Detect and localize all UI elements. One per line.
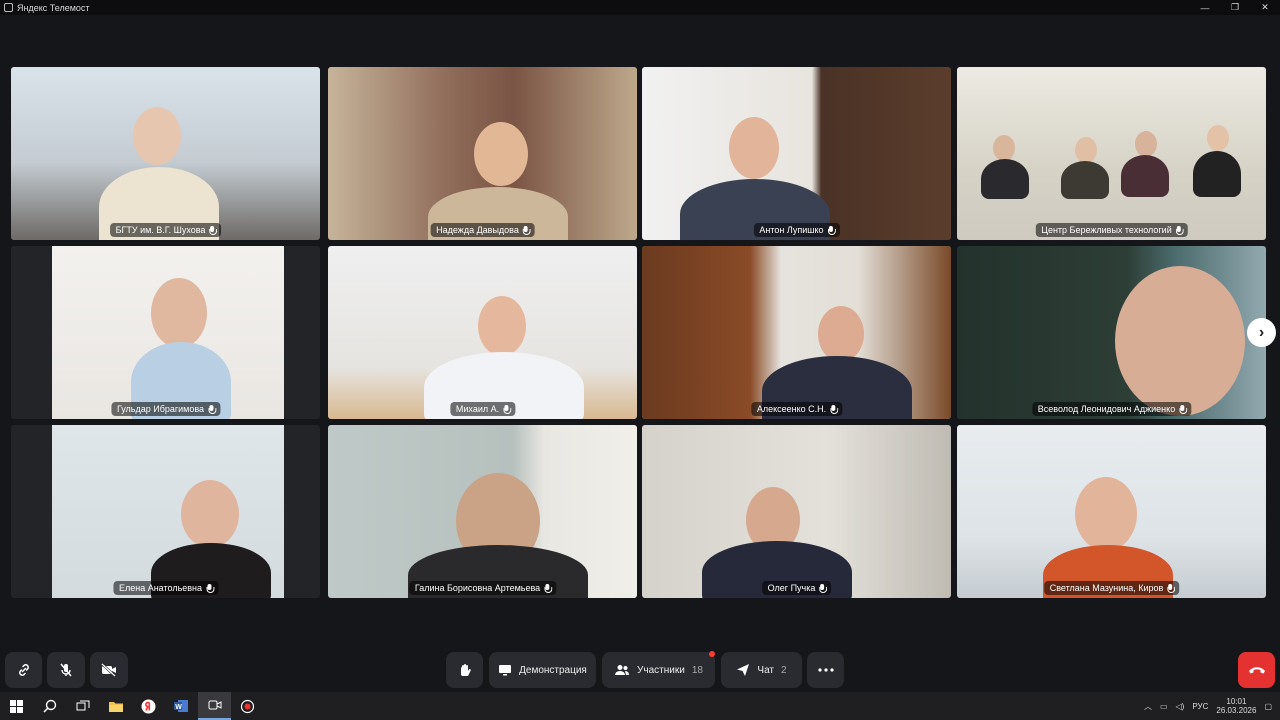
- participant-tile-active[interactable]: Алексеенко С.Н.: [642, 246, 951, 419]
- task-view-button[interactable]: [66, 692, 99, 720]
- camera-toggle-button[interactable]: [90, 652, 128, 688]
- taskbar-search-button[interactable]: [33, 692, 66, 720]
- network-icon[interactable]: ▭: [1160, 702, 1168, 711]
- mic-icon: [544, 583, 553, 593]
- taskbar-app-extra[interactable]: [231, 692, 264, 720]
- system-tray: ︿ ▭ ◁) РУС 10:01 26.03.2026 ▢: [1144, 692, 1280, 720]
- participants-button[interactable]: Участники 18: [602, 651, 715, 688]
- mic-icon: [522, 225, 531, 235]
- send-icon: [737, 664, 750, 676]
- phone-hangup-icon: [1248, 667, 1265, 674]
- mic-icon: [827, 225, 836, 235]
- mic-off-icon: [60, 663, 72, 677]
- participant-label: Антон Лупишко: [753, 223, 840, 237]
- participant-tile[interactable]: Антон Лупишко: [642, 67, 951, 240]
- notifications-icon[interactable]: ▢: [1264, 702, 1272, 711]
- link-icon: [18, 664, 29, 676]
- mic-icon: [1167, 583, 1176, 593]
- volume-icon[interactable]: ◁): [1176, 702, 1185, 711]
- mic-toggle-button[interactable]: [47, 652, 85, 688]
- clock-time: 10:01: [1226, 697, 1247, 706]
- svg-text:W: W: [175, 704, 182, 711]
- screen-share-label: Демонстрация: [519, 664, 587, 676]
- mic-icon: [209, 225, 218, 235]
- participant-label: Олег Пучка: [761, 581, 832, 595]
- video-camera-icon: [208, 700, 221, 710]
- participant-label: Светлана Мазунина, Киров: [1043, 581, 1180, 595]
- participant-tile[interactable]: Галина Борисовна Артемьева: [328, 425, 637, 598]
- raise-hand-button[interactable]: [446, 652, 483, 688]
- window-title: Яндекс Телемост: [17, 2, 90, 13]
- participant-label: Галина Борисовна Артемьева: [408, 581, 557, 595]
- recorder-icon: [240, 699, 255, 713]
- participant-tile[interactable]: Светлана Мазунина, Киров: [957, 425, 1266, 598]
- window-titlebar: Яндекс Телемост — ❐ ✕: [0, 0, 1280, 15]
- people-icon: [615, 665, 630, 675]
- task-view-icon: [76, 700, 89, 711]
- hang-up-button[interactable]: [1238, 652, 1275, 688]
- chevron-up-icon[interactable]: ︿: [1144, 701, 1152, 712]
- more-options-button[interactable]: [807, 652, 844, 688]
- mic-icon: [206, 583, 215, 593]
- taskbar-word[interactable]: W: [165, 692, 198, 720]
- screen-icon: [499, 665, 512, 676]
- participant-label: Центр Бережливых технологий: [1035, 223, 1188, 237]
- start-button[interactable]: [0, 692, 33, 720]
- taskbar-telemost[interactable]: [198, 692, 231, 720]
- taskbar-yandex-browser[interactable]: [132, 692, 165, 720]
- next-page-button[interactable]: ›: [1247, 318, 1276, 347]
- participant-label: Всеволод Леонидович Аджиенко: [1031, 402, 1192, 416]
- restore-button[interactable]: ❐: [1220, 0, 1250, 15]
- app-camera-icon: [4, 3, 13, 12]
- participant-tile[interactable]: Елена Анатольевна: [11, 425, 320, 598]
- search-icon: [42, 699, 56, 713]
- participant-label: Елена Анатольевна: [112, 581, 219, 595]
- clock-date: 26.03.2026: [1216, 706, 1257, 715]
- participant-label: Надежда Давыдова: [430, 223, 535, 237]
- windows-logo-icon: [10, 699, 23, 713]
- participants-label: Участники: [637, 664, 685, 676]
- screen-share-button[interactable]: Демонстрация: [489, 652, 596, 688]
- os-taskbar: W ︿ ▭ ◁) РУС 10:01 26.03.2026 ▢: [0, 692, 1280, 720]
- participant-tile[interactable]: Центр Бережливых технологий: [957, 67, 1266, 240]
- mic-icon: [819, 583, 828, 593]
- folder-icon: [108, 701, 123, 712]
- participants-count: 18: [691, 664, 703, 676]
- close-button[interactable]: ✕: [1250, 0, 1280, 15]
- chat-label: Чат: [757, 664, 775, 676]
- participant-tile[interactable]: БГТУ им. В.Г. Шухова: [11, 67, 320, 240]
- participant-tile[interactable]: Гульдар Ибрагимова: [11, 246, 320, 419]
- mic-icon: [1175, 225, 1184, 235]
- taskbar-file-explorer[interactable]: [99, 692, 132, 720]
- participant-tile[interactable]: Надежда Давыдова: [328, 67, 637, 240]
- participant-tile[interactable]: Олег Пучка: [642, 425, 951, 598]
- chat-button[interactable]: Чат 2: [721, 652, 802, 688]
- copy-link-button[interactable]: [5, 652, 42, 688]
- clock[interactable]: 10:01 26.03.2026: [1216, 697, 1256, 715]
- notification-dot: [709, 651, 715, 657]
- mic-icon: [1179, 404, 1188, 414]
- mic-icon: [208, 404, 217, 414]
- mic-icon: [503, 404, 512, 414]
- participant-tile[interactable]: Всеволод Леонидович Аджиенко: [957, 246, 1266, 419]
- camera-off-icon: [101, 663, 116, 677]
- minimize-button[interactable]: —: [1190, 0, 1220, 15]
- chat-count: 2: [781, 664, 787, 676]
- mic-icon: [830, 404, 839, 414]
- participant-tile[interactable]: Михаил А.: [328, 246, 637, 419]
- word-icon: W: [174, 700, 188, 712]
- keyboard-language[interactable]: РУС: [1192, 702, 1208, 711]
- participant-label: Алексеенко С.Н.: [750, 402, 843, 416]
- call-controls: Демонстрация Участники 18 Чат 2: [0, 650, 1280, 690]
- participant-label: Гульдар Ибрагимова: [110, 402, 221, 416]
- participant-label: БГТУ им. В.Г. Шухова: [109, 223, 222, 237]
- more-dots-icon: [817, 668, 834, 672]
- yandex-browser-icon: [141, 699, 156, 713]
- participant-label: Михаил А.: [449, 402, 516, 416]
- hand-icon: [460, 664, 471, 676]
